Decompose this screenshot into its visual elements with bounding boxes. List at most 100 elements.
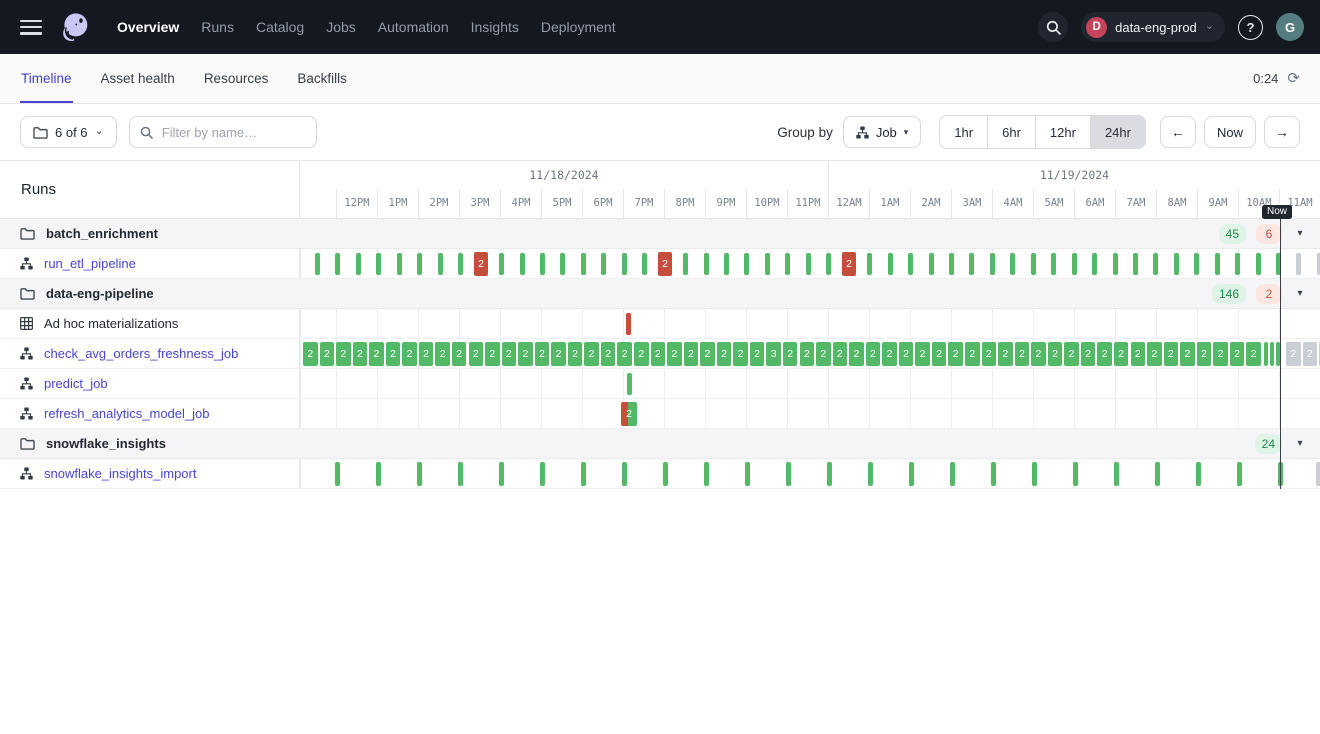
job-link[interactable]: run_etl_pipeline — [44, 256, 136, 271]
run-bar-success[interactable] — [929, 253, 934, 275]
run-bar-success[interactable]: 2 — [402, 342, 417, 366]
run-bar-success[interactable] — [724, 253, 729, 275]
run-bar-success[interactable]: 2 — [568, 342, 583, 366]
run-bar-success[interactable]: 2 — [750, 342, 765, 366]
nav-item-insights[interactable]: Insights — [460, 19, 530, 35]
run-bar-success[interactable] — [867, 253, 872, 275]
run-bar-success[interactable] — [1073, 462, 1078, 486]
range-24hr[interactable]: 24hr — [1090, 116, 1145, 148]
tab-asset-health[interactable]: Asset health — [100, 54, 176, 103]
run-bar-success[interactable] — [991, 462, 996, 486]
run-bar-success[interactable]: 2 — [1048, 342, 1063, 366]
run-bar-success[interactable] — [642, 253, 647, 275]
run-bar-failure[interactable]: 2 — [474, 252, 488, 276]
run-bar-success[interactable]: 2 — [435, 342, 450, 366]
run-bar-success[interactable]: 2 — [369, 342, 384, 366]
run-bar-success[interactable] — [1194, 253, 1199, 275]
run-bar-success[interactable]: 2 — [419, 342, 434, 366]
caret-down-icon[interactable]: ▾ — [1292, 438, 1308, 449]
job-link[interactable]: snowflake_insights_import — [44, 466, 196, 481]
run-bar-success[interactable] — [827, 462, 832, 486]
timeline-row-group[interactable]: batch_enrichment 45 6 ▾ — [0, 219, 1320, 249]
run-bar-queued[interactable]: 2 — [1303, 342, 1318, 366]
refresh-icon[interactable]: ⟳ — [1287, 71, 1300, 86]
run-bar-success[interactable] — [868, 462, 873, 486]
run-bar-queued[interactable]: 2 — [1286, 342, 1301, 366]
job-link[interactable]: predict_job — [44, 376, 108, 391]
run-bar-success[interactable] — [622, 253, 627, 275]
run-bar-success[interactable] — [458, 253, 463, 275]
run-bar-split[interactable]: 2 — [621, 402, 637, 426]
run-bar-success[interactable] — [1276, 342, 1280, 366]
run-bar-success[interactable] — [1010, 253, 1015, 275]
run-bar-success[interactable] — [1113, 253, 1118, 275]
run-bar-success[interactable] — [1031, 253, 1036, 275]
tab-resources[interactable]: Resources — [203, 54, 270, 103]
help-icon[interactable]: ? — [1238, 15, 1263, 40]
search-button[interactable] — [1038, 12, 1068, 42]
run-bar-success[interactable]: 2 — [601, 342, 616, 366]
timeline-prev-button[interactable]: ← — [1160, 116, 1196, 148]
run-bar-success[interactable]: 2 — [1015, 342, 1030, 366]
range-6hr[interactable]: 6hr — [987, 116, 1035, 148]
run-bar-queued[interactable] — [1317, 253, 1320, 275]
run-bar-failure[interactable]: 2 — [842, 252, 856, 276]
run-bar-success[interactable] — [745, 462, 750, 486]
run-bar-success[interactable]: 2 — [700, 342, 715, 366]
run-bar-success[interactable]: 2 — [833, 342, 848, 366]
hamburger-menu-icon[interactable] — [20, 20, 42, 35]
run-bar-success[interactable]: 2 — [551, 342, 566, 366]
run-bar-success[interactable] — [376, 462, 381, 486]
run-bar-success[interactable] — [581, 253, 586, 275]
run-bar-success[interactable]: 2 — [1180, 342, 1195, 366]
run-bar-success[interactable] — [499, 462, 504, 486]
nav-item-automation[interactable]: Automation — [367, 19, 460, 35]
timeline-next-button[interactable]: → — [1264, 116, 1300, 148]
run-bar-success[interactable] — [1256, 253, 1261, 275]
run-bar-success[interactable]: 2 — [1097, 342, 1112, 366]
run-bar-success[interactable]: 2 — [386, 342, 401, 366]
run-bar-success[interactable] — [683, 253, 688, 275]
run-bar-success[interactable]: 2 — [998, 342, 1013, 366]
run-bar-success[interactable]: 2 — [1064, 342, 1079, 366]
run-bar-success[interactable]: 2 — [816, 342, 831, 366]
run-bar-success[interactable]: 2 — [800, 342, 815, 366]
run-bar-success[interactable] — [335, 253, 340, 275]
run-bar-success[interactable] — [622, 462, 627, 486]
run-bar-success[interactable] — [1264, 342, 1268, 366]
run-bar-success[interactable]: 3 — [766, 342, 781, 366]
timeline-now-button[interactable]: Now — [1204, 116, 1256, 148]
run-bar-success[interactable]: 2 — [899, 342, 914, 366]
run-bar-success[interactable]: 2 — [733, 342, 748, 366]
caret-down-icon[interactable]: ▾ — [1292, 228, 1308, 239]
run-bar-success[interactable] — [1153, 253, 1158, 275]
run-bar-success[interactable]: 2 — [948, 342, 963, 366]
run-bar-success[interactable] — [704, 462, 709, 486]
run-bar-success[interactable] — [499, 253, 504, 275]
run-bar-success[interactable] — [417, 462, 422, 486]
run-bar-success[interactable] — [1174, 253, 1179, 275]
run-bar-success[interactable] — [1235, 253, 1240, 275]
run-bar-success[interactable]: 2 — [849, 342, 864, 366]
run-bar-success[interactable] — [1215, 253, 1220, 275]
timeline-row-group[interactable]: data-eng-pipeline 146 2 ▾ — [0, 279, 1320, 309]
run-bar-success[interactable]: 2 — [634, 342, 649, 366]
run-bar-success[interactable] — [560, 253, 565, 275]
run-bar-failure[interactable] — [626, 313, 631, 335]
run-bar-success[interactable]: 2 — [535, 342, 550, 366]
run-bar-success[interactable]: 2 — [882, 342, 897, 366]
run-bar-success[interactable]: 2 — [1114, 342, 1129, 366]
run-bar-success[interactable] — [540, 462, 545, 486]
run-bar-success[interactable] — [627, 373, 632, 395]
run-bar-success[interactable] — [990, 253, 995, 275]
run-bar-success[interactable]: 2 — [1246, 342, 1261, 366]
run-bar-success[interactable] — [888, 253, 893, 275]
run-bar-success[interactable] — [356, 253, 361, 275]
run-bar-success[interactable] — [601, 253, 606, 275]
job-link[interactable]: check_avg_orders_freshness_job — [44, 346, 238, 361]
run-bar-success[interactable] — [1155, 462, 1160, 486]
run-bar-success[interactable] — [1051, 253, 1056, 275]
nav-item-deployment[interactable]: Deployment — [530, 19, 627, 35]
run-bar-success[interactable]: 2 — [915, 342, 930, 366]
run-bar-success[interactable] — [786, 462, 791, 486]
